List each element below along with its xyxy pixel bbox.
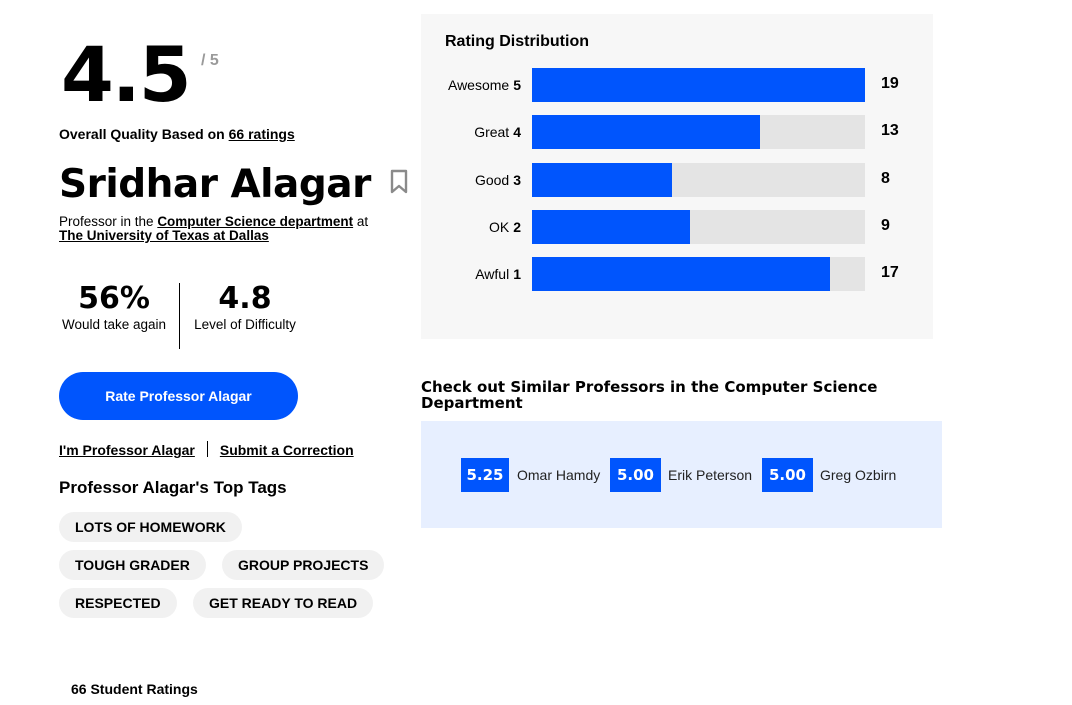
similar-professor-card[interactable]: 5.25 Omar Hamdy — [461, 458, 611, 492]
difficulty-value: 4.8 — [218, 281, 272, 316]
tag-lots-of-homework: LOTS OF HOMEWORK — [59, 512, 242, 542]
difficulty-label: Level of Difficulty — [194, 317, 296, 332]
distribution-count: 13 — [881, 122, 899, 139]
tag-respected: RESPECTED — [59, 588, 177, 618]
distribution-label: Good 3 — [474, 172, 521, 188]
rating-distribution-title: Rating Distribution — [445, 33, 589, 50]
similar-professor-name: Greg Ozbirn — [820, 467, 897, 483]
similar-professors-title: Check out Similar Professors in the Comp… — [421, 378, 878, 412]
overall-out-of: / 5 — [201, 52, 219, 69]
similar-professor-name: Erik Peterson — [668, 467, 753, 483]
distribution-row: Great 4 13 — [421, 115, 933, 149]
distribution-count: 9 — [881, 217, 890, 234]
distribution-track — [532, 163, 865, 197]
ratings-count-link[interactable]: 66 ratings — [229, 126, 295, 142]
distribution-label: Great 4 — [474, 124, 521, 140]
feedback-divider — [179, 283, 180, 349]
distribution-track — [532, 68, 865, 102]
tag-tough-grader: TOUGH GRADER — [59, 550, 206, 580]
distribution-bar — [532, 68, 865, 102]
distribution-bar — [532, 210, 690, 244]
distribution-count: 19 — [881, 75, 899, 92]
similar-professor-card[interactable]: 5.00 Greg Ozbirn — [762, 458, 912, 492]
similar-professor-score: 5.00 — [762, 458, 813, 492]
overall-quality-caption: Overall Quality Based on 66 ratings — [59, 126, 295, 142]
dept-prefix: Professor in the — [59, 214, 154, 229]
distribution-row: OK 2 9 — [421, 210, 933, 244]
distribution-track — [532, 257, 865, 291]
rate-professor-button[interactable]: Rate Professor Alagar — [59, 372, 298, 420]
rating-distribution: Rating Distribution Awesome 5 19 Great 4 1… — [421, 14, 933, 339]
similar-professor-score: 5.25 — [461, 458, 509, 492]
submit-correction-link[interactable]: Submit a Correction — [220, 442, 354, 458]
distribution-bar — [532, 257, 830, 291]
tag-get-ready-to-read: GET READY TO READ — [193, 588, 374, 618]
distribution-row: Awesome 5 19 — [421, 68, 933, 102]
top-tags-title: Professor Alagar's Top Tags — [59, 478, 287, 497]
tag-group-projects: GROUP PROJECTS — [222, 550, 385, 580]
distribution-label: Awful 1 — [475, 266, 521, 282]
professor-links: I'm Professor Alagar Submit a Correction — [59, 441, 354, 458]
would-take-again: 56% Would take again — [59, 281, 169, 333]
bookmark-icon[interactable] — [389, 169, 409, 195]
distribution-count: 17 — [881, 264, 899, 281]
links-divider — [206, 441, 208, 457]
feedback-summary: 56% Would take again 4.8 Level of Diffic… — [59, 282, 339, 350]
similar-professor-name: Omar Hamdy — [517, 467, 601, 483]
distribution-track — [532, 115, 865, 149]
based-on-text: Overall Quality Based on — [59, 126, 225, 142]
distribution-bar — [532, 115, 760, 149]
would-take-again-label: Would take again — [61, 317, 167, 332]
professor-name: Sridhar Alagar — [59, 162, 371, 207]
level-of-difficulty: 4.8 Level of Difficulty — [191, 281, 299, 333]
distribution-label: Awesome 5 — [447, 77, 521, 93]
distribution-bar — [532, 163, 673, 197]
similar-professor-score: 5.00 — [610, 458, 661, 492]
claim-professor-link[interactable]: I'm Professor Alagar — [59, 442, 195, 458]
professor-department: Professor in the Computer Science depart… — [59, 215, 399, 243]
distribution-row: Awful 1 17 — [421, 257, 933, 291]
overall-score: 4.5 — [61, 30, 192, 119]
distribution-row: Good 3 8 — [421, 163, 933, 197]
dept-suffix: at — [356, 214, 369, 229]
similar-professors-panel: 5.25 Omar Hamdy 5.00 Erik Peterson 5.00 … — [421, 421, 942, 528]
would-take-again-value: 56% — [78, 281, 150, 316]
department-link[interactable]: Computer Science department — [157, 214, 353, 229]
distribution-label: OK 2 — [488, 219, 521, 235]
distribution-count: 8 — [881, 170, 890, 187]
overall-rating: 4.5 / 5 — [61, 30, 219, 120]
similar-professor-card[interactable]: 5.00 Erik Peterson — [610, 458, 760, 492]
distribution-track — [532, 210, 865, 244]
school-link[interactable]: The University of Texas at Dallas — [59, 228, 269, 243]
student-ratings-heading: 66 Student Ratings — [71, 681, 198, 697]
